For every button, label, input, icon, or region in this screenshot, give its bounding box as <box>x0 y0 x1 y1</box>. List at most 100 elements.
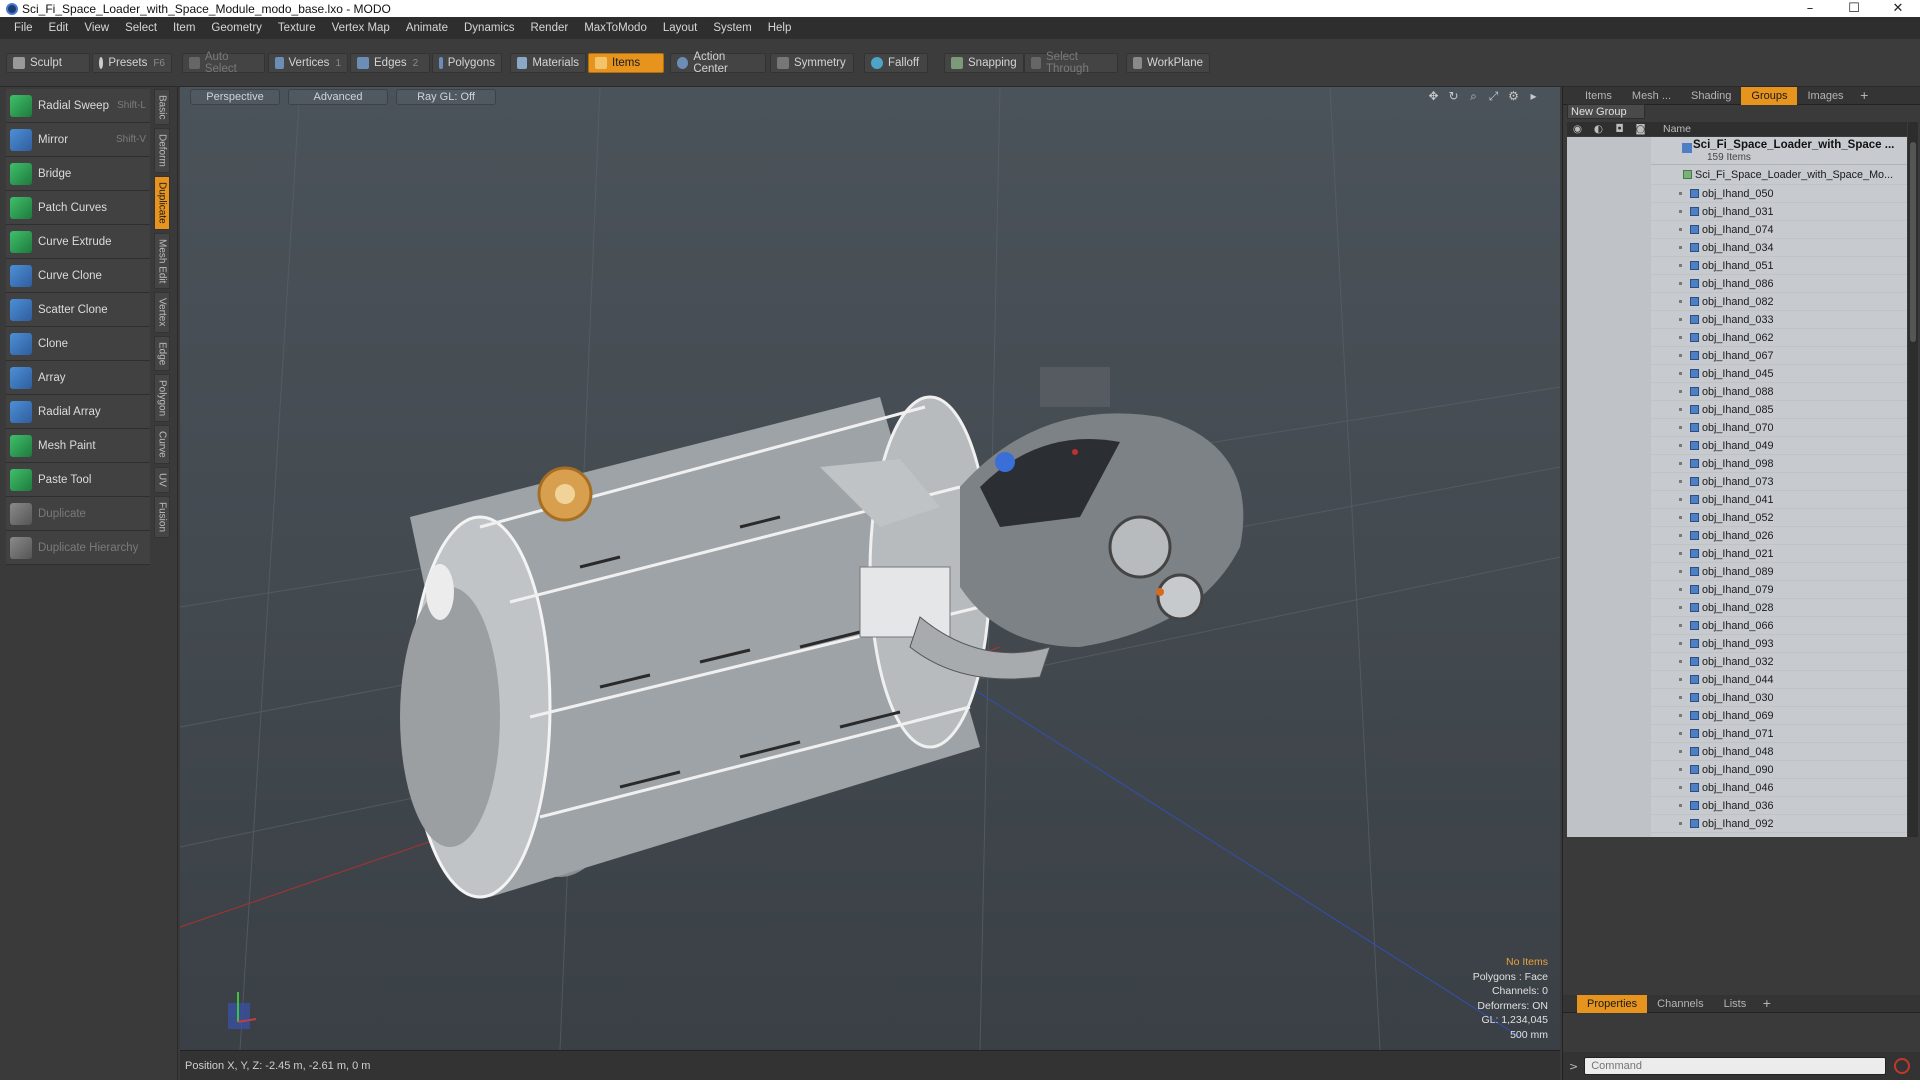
list-item[interactable]: obj_Ihand_026 <box>1567 526 1907 545</box>
menu-system[interactable]: System <box>705 22 759 34</box>
presets-button[interactable]: Presets F6 <box>92 53 172 73</box>
new-group-button[interactable]: New Group <box>1567 104 1645 119</box>
menu-maxtomodo[interactable]: MaxToModo <box>576 22 655 34</box>
symmetry-button[interactable]: Symmetry <box>770 53 854 73</box>
list-item[interactable]: obj_Ihand_034 <box>1567 238 1907 257</box>
sculpt-button[interactable]: Sculpt <box>6 53 90 73</box>
auto-select-button[interactable]: Auto Select <box>182 51 265 75</box>
list-item[interactable]: obj_Ihand_028 <box>1567 598 1907 617</box>
list-item[interactable]: obj_Ihand_066 <box>1567 616 1907 635</box>
tool-array[interactable]: Array <box>6 361 150 395</box>
view-settings-icon[interactable]: ⚙ <box>1507 90 1520 103</box>
list-item[interactable]: obj_Ihand_062 <box>1567 328 1907 347</box>
tab-items[interactable]: Items <box>1575 87 1622 105</box>
zoom-view-icon[interactable]: ⌕ <box>1467 90 1480 103</box>
list-item[interactable]: obj_Ihand_070 <box>1567 418 1907 437</box>
tool-patch-curves[interactable]: Patch Curves <box>6 191 150 225</box>
render-column-icon[interactable]: ◐ <box>1588 123 1609 135</box>
tool-clone[interactable]: Clone <box>6 327 150 361</box>
materials-button[interactable]: Materials <box>510 53 586 73</box>
list-item[interactable]: obj_Ihand_030 <box>1567 688 1907 707</box>
menu-dynamics[interactable]: Dynamics <box>456 22 522 34</box>
list-item[interactable]: obj_Ihand_049 <box>1567 436 1907 455</box>
list-item[interactable]: Sci_Fi_Space_Loader_with_Space_Mo... <box>1567 164 1907 185</box>
rotate-view-icon[interactable]: ↻ <box>1447 90 1460 103</box>
tab-deform[interactable]: Deform <box>154 128 170 174</box>
tool-duplicate[interactable]: Duplicate <box>6 497 150 531</box>
menu-render[interactable]: Render <box>522 22 576 34</box>
list-item[interactable]: obj_Ihand_086 <box>1567 274 1907 293</box>
tool-radial-array[interactable]: Radial Array <box>6 395 150 429</box>
list-item[interactable]: obj_Ihand_052 <box>1567 508 1907 527</box>
tab-properties[interactable]: Properties <box>1577 994 1648 1013</box>
list-item[interactable]: obj_Ihand_092 <box>1567 814 1907 833</box>
list-item[interactable]: obj_Ihand_079 <box>1567 580 1907 599</box>
tab-basic[interactable]: Basic <box>154 89 170 126</box>
list-item[interactable]: obj_Ihand_036 <box>1567 796 1907 815</box>
workplane-button[interactable]: WorkPlane <box>1126 53 1210 73</box>
menu-geometry[interactable]: Geometry <box>203 22 270 34</box>
list-item[interactable]: obj_Ihand_021 <box>1567 544 1907 563</box>
menu-select[interactable]: Select <box>117 22 165 34</box>
list-item[interactable]: obj_Ihand_082 <box>1567 292 1907 311</box>
tab-shading[interactable]: Shading <box>1681 87 1741 105</box>
command-input[interactable] <box>1584 1057 1887 1075</box>
polygons-button[interactable]: Polygons <box>432 53 502 73</box>
list-item[interactable]: obj_Ihand_050 <box>1567 184 1907 203</box>
menu-animate[interactable]: Animate <box>398 22 456 34</box>
maximize-button[interactable]: ☐ <box>1832 0 1876 17</box>
menu-layout[interactable]: Layout <box>655 22 706 34</box>
name-column-header[interactable]: Name <box>1663 123 1691 135</box>
list-item[interactable]: obj_Ihand_044 <box>1567 670 1907 689</box>
record-macro-icon[interactable] <box>1894 1058 1911 1074</box>
tab-fusion[interactable]: Fusion <box>154 495 170 538</box>
menu-item[interactable]: Item <box>165 22 203 34</box>
list-item[interactable]: obj_Ihand_098 <box>1567 454 1907 473</box>
tool-mesh-paint[interactable]: Mesh Paint <box>6 429 150 463</box>
move-view-icon[interactable]: ✥ <box>1427 90 1440 103</box>
lock-column-icon[interactable]: ◘ <box>1609 123 1630 135</box>
view-type-dropdown[interactable]: Perspective <box>190 89 280 105</box>
vertices-button[interactable]: Vertices 1 <box>268 53 348 73</box>
list-item[interactable]: obj_Ihand_071 <box>1567 724 1907 743</box>
tool-curve-extrude[interactable]: Curve Extrude <box>6 225 150 259</box>
tool-duplicate-hierarchy[interactable]: Duplicate Hierarchy <box>6 531 150 565</box>
menu-file[interactable]: File <box>6 22 41 34</box>
shading-dropdown[interactable]: Advanced <box>288 89 388 105</box>
maximize-view-icon[interactable]: ⤢ <box>1487 90 1500 103</box>
edges-button[interactable]: Edges 2 <box>350 53 430 73</box>
list-item[interactable]: obj_Ihand_033 <box>1567 310 1907 329</box>
list-item[interactable]: obj_Ihand_093 <box>1567 634 1907 653</box>
tab-duplicate[interactable]: Duplicate <box>154 176 170 230</box>
list-item[interactable]: obj_Ihand_067 <box>1567 346 1907 365</box>
list-item[interactable]: obj_Ihand_051 <box>1567 256 1907 275</box>
list-item[interactable]: obj_Ihand_022 <box>1567 832 1907 837</box>
list-item[interactable]: obj_Ihand_090 <box>1567 760 1907 779</box>
list-item[interactable]: obj_Ihand_085 <box>1567 400 1907 419</box>
menu-edit[interactable]: Edit <box>41 22 77 34</box>
select-through-button[interactable]: Select Through <box>1024 51 1118 75</box>
raygl-toggle[interactable]: Ray GL: Off <box>396 89 496 105</box>
select-column-icon[interactable]: ◙ <box>1630 123 1651 135</box>
tab-images[interactable]: Images <box>1797 87 1853 105</box>
snapping-button[interactable]: Snapping <box>944 53 1024 73</box>
view-menu-arrow-icon[interactable]: ▸ <box>1527 90 1540 103</box>
list-item[interactable]: obj_Ihand_088 <box>1567 382 1907 401</box>
3d-viewport[interactable]: Perspective Advanced Ray GL: Off ✥ ↻ ⌕ ⤢… <box>180 87 1560 1050</box>
visibility-column-icon[interactable]: ◉ <box>1567 123 1588 135</box>
list-item[interactable]: obj_Ihand_031 <box>1567 202 1907 221</box>
menu-texture[interactable]: Texture <box>270 22 324 34</box>
tab-uv[interactable]: UV <box>154 466 170 493</box>
tab-polygon[interactable]: Polygon <box>154 374 170 423</box>
menu-vertex-map[interactable]: Vertex Map <box>324 22 398 34</box>
tool-mirror[interactable]: Mirror Shift-V <box>6 123 150 157</box>
falloff-button[interactable]: Falloff <box>864 53 928 73</box>
action-center-button[interactable]: Action Center <box>670 51 766 75</box>
tool-paste-tool[interactable]: Paste Tool <box>6 463 150 497</box>
list-item[interactable]: obj_Ihand_048 <box>1567 742 1907 761</box>
menu-help[interactable]: Help <box>760 22 800 34</box>
tool-scatter-clone[interactable]: Scatter Clone <box>6 293 150 327</box>
list-item[interactable]: obj_Ihand_032 <box>1567 652 1907 671</box>
list-item[interactable]: obj_Ihand_046 <box>1567 778 1907 797</box>
tool-radial-sweep[interactable]: Radial Sweep Shift-L <box>6 89 150 123</box>
